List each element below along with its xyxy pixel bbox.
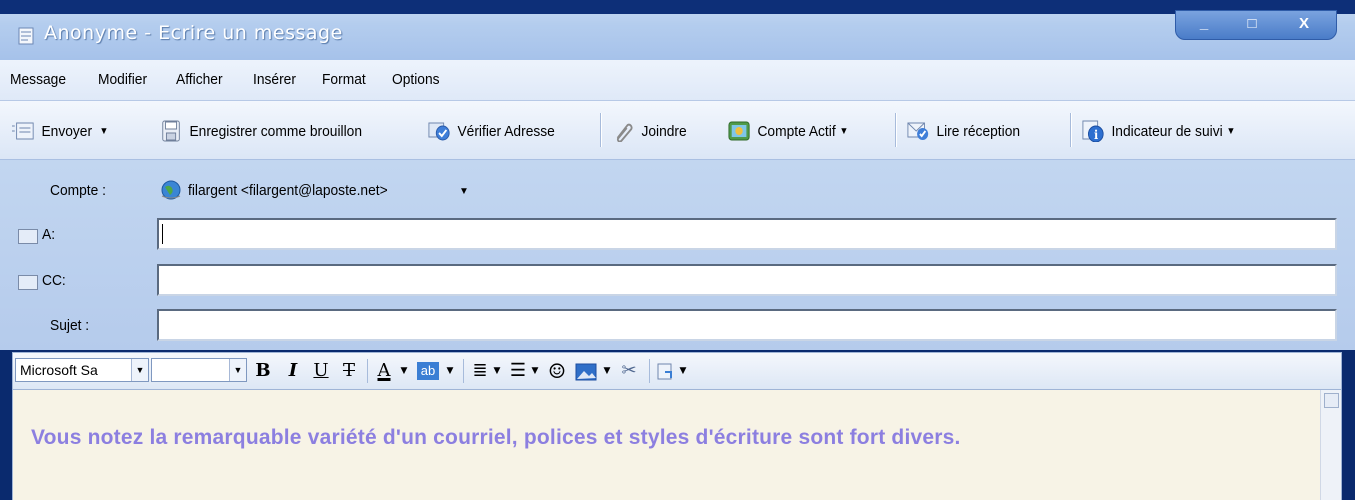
font-size-select[interactable]: ▼ [151,358,247,382]
close-button[interactable]: X [1280,14,1328,34]
cc-address-book-icon[interactable] [18,275,38,290]
menu-format[interactable]: Format [322,71,366,88]
menu-afficher[interactable]: Afficher [176,71,223,88]
smiley-icon[interactable]: ☺ [545,359,569,383]
check-address-button[interactable]: Vérifier Adresse [428,118,555,144]
align-icon[interactable]: ≣ [469,359,491,383]
account-select-dropdown-icon[interactable]: ▼ [459,186,469,197]
highlight-dropdown-icon[interactable]: ▼ [443,359,457,383]
followup-dropdown-icon[interactable]: ▼ [1226,126,1235,137]
followup-button[interactable]: i Indicateur de suivi ▼ [1082,118,1235,144]
read-receipt-icon [907,122,929,140]
vertical-scrollbar[interactable] [1320,390,1341,500]
font-name-dropdown-icon[interactable]: ▼ [131,359,148,381]
list-dropdown-icon[interactable]: ▼ [529,359,541,383]
cc-label: CC: [42,272,66,289]
highlight-button[interactable]: ab [417,362,439,380]
menu-modifier[interactable]: Modifier [98,71,147,88]
scissors-icon[interactable]: ✂ [617,359,641,383]
scroll-up-icon[interactable] [1324,393,1339,408]
save-icon [162,120,180,142]
font-color-button[interactable]: A [373,359,395,383]
account-value[interactable]: filargent <filargent@laposte.net> [188,182,388,199]
strikethrough-button[interactable]: T [339,359,359,383]
account-dropdown-icon[interactable]: ▼ [839,126,848,137]
cc-field[interactable] [157,264,1337,296]
message-header: Compte : filargent <filargent@laposte.ne… [0,160,1355,350]
globe-icon [161,180,181,200]
window-controls: _ □ X [1175,10,1337,40]
compose-icon [18,27,34,45]
underline-button[interactable]: U [311,359,331,383]
attach-button[interactable]: Joindre [612,118,687,144]
insert-icon[interactable] [657,363,675,381]
svg-text:i: i [1094,128,1099,142]
menu-inserer[interactable]: Insérer [253,71,296,88]
minimize-button[interactable]: _ [1184,14,1224,34]
read-receipt-button[interactable]: Lire réception [907,118,1020,144]
to-address-book-icon[interactable] [18,229,38,244]
subject-field[interactable] [157,309,1337,341]
paperclip-icon [616,123,633,142]
image-icon[interactable] [575,363,597,381]
maximize-button[interactable]: □ [1232,14,1272,34]
font-size-dropdown-icon[interactable]: ▼ [229,359,246,381]
font-name-select[interactable]: Microsoft Sa ▼ [15,358,149,382]
to-field[interactable] [157,218,1337,250]
message-body-editor[interactable]: Vous notez la remarquable variété d'un c… [12,390,1342,500]
title-bar: Anonyme - Ecrire un message _ □ X [0,0,1355,60]
italic-button[interactable]: I [283,359,303,383]
save-draft-button[interactable]: Enregistrer comme brouillon [160,118,362,144]
window-title: Anonyme - Ecrire un message [44,22,343,44]
followup-icon: i [1082,120,1104,142]
send-button[interactable]: Envoyer ▼ [12,118,109,144]
send-icon [12,122,34,140]
to-label: A: [42,226,56,243]
menu-message[interactable]: Message [10,71,66,88]
menu-options[interactable]: Options [392,71,440,88]
insert-dropdown-icon[interactable]: ▼ [677,359,689,383]
toolbar: Envoyer ▼ Enregistrer comme brouillon Vér… [0,101,1355,160]
bold-button[interactable]: B [253,359,273,383]
align-dropdown-icon[interactable]: ▼ [491,359,503,383]
image-dropdown-icon[interactable]: ▼ [601,359,613,383]
account-label: Compte : [50,182,106,199]
active-account-button[interactable]: Compte Actif ▼ [728,118,848,144]
compose-window: Anonyme - Ecrire un message _ □ X Messag… [0,0,1355,500]
message-body-text: Vous notez la remarquable variété d'un c… [31,426,961,449]
format-toolbar: Microsoft Sa ▼ ▼ B I U T A ▼ ab ▼ ≣ ▼ ☰ … [12,352,1342,390]
account-icon [728,121,750,141]
list-icon[interactable]: ☰ [507,359,529,383]
check-address-icon [428,122,450,141]
menu-bar: Message Modifier Afficher Insérer Format… [0,60,1355,101]
subject-label: Sujet : [50,317,90,334]
send-dropdown-icon[interactable]: ▼ [99,126,108,137]
font-color-dropdown-icon[interactable]: ▼ [397,359,411,383]
